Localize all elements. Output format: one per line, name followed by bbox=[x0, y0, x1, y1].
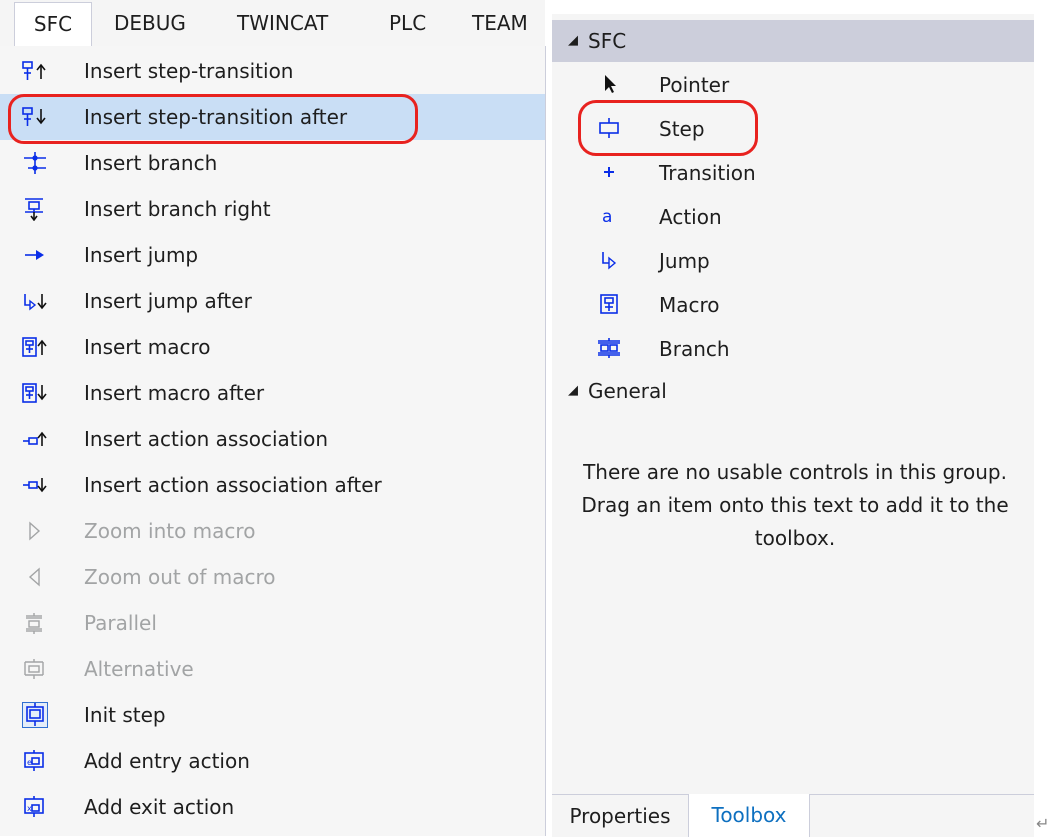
sfc-menu-region: SFC DEBUG TWINCAT PLC TEAM Insert step-t… bbox=[0, 0, 546, 836]
menu-item-label: Insert branch right bbox=[84, 197, 271, 221]
menu-item-label: Add exit action bbox=[84, 795, 235, 819]
zoom-into-macro-icon bbox=[22, 519, 48, 543]
toolbox-item-label: Transition bbox=[659, 161, 756, 185]
menu-item-label: Init step bbox=[84, 703, 166, 727]
menu-item-zoom-out-of-macro[interactable]: Zoom out of macro bbox=[0, 554, 545, 600]
insert-step-transition-icon bbox=[22, 59, 48, 83]
menu-item-insert-branch[interactable]: Insert branch bbox=[0, 140, 545, 186]
toolbox-empty-group-message[interactable]: There are no usable controls in this gro… bbox=[572, 456, 1018, 555]
menu-tab-twincat[interactable]: TWINCAT bbox=[237, 0, 328, 46]
toolbox-item-transition[interactable]: Transition bbox=[552, 150, 1034, 194]
toolbox-group-sfc-header[interactable]: ◢ SFC bbox=[552, 20, 1034, 62]
menu-item-label: Insert jump bbox=[84, 243, 199, 267]
menu-item-alternative[interactable]: Alternative bbox=[0, 646, 545, 692]
menu-item-insert-jump[interactable]: Insert jump bbox=[0, 232, 545, 278]
toolbox-item-label: Jump bbox=[659, 249, 710, 273]
menu-item-parallel[interactable]: Parallel bbox=[0, 600, 545, 646]
parallel-icon bbox=[22, 611, 48, 635]
toolbox-group-general-header[interactable]: ◢ General bbox=[552, 370, 1034, 412]
insert-jump-icon bbox=[22, 243, 48, 267]
toolbox-item-action[interactable]: a Action bbox=[552, 194, 1034, 238]
menu-item-add-exit-action[interactable]: x Add exit action bbox=[0, 784, 545, 830]
toolbox-item-step[interactable]: Step bbox=[552, 106, 1034, 150]
insert-step-transition-after-icon bbox=[22, 105, 48, 129]
menu-item-label: Insert macro bbox=[84, 335, 211, 359]
toolbox-panel: ◢ SFC Pointer Step Transition a Action J… bbox=[552, 14, 1034, 836]
menu-item-insert-macro-after[interactable]: Insert macro after bbox=[0, 370, 545, 416]
menu-item-label: Insert action association bbox=[84, 427, 329, 451]
insert-jump-after-icon bbox=[22, 289, 48, 313]
toolbox-group-label: General bbox=[588, 379, 667, 403]
expand-arrow-icon: ◢ bbox=[568, 33, 578, 48]
branch-icon bbox=[596, 336, 622, 360]
menu-item-insert-jump-after[interactable]: Insert jump after bbox=[0, 278, 545, 324]
insert-macro-after-icon bbox=[22, 381, 48, 405]
tab-toolbox[interactable]: Toolbox bbox=[689, 794, 810, 837]
step-icon bbox=[596, 116, 622, 140]
toolbox-item-label: Action bbox=[659, 205, 722, 229]
menu-item-label: Add entry action bbox=[84, 749, 250, 773]
menu-item-label: Insert step-transition after bbox=[84, 105, 348, 129]
menu-item-insert-action-association-after[interactable]: Insert action association after bbox=[0, 462, 545, 508]
menu-item-label: Insert step-transition bbox=[84, 59, 294, 83]
toolbox-item-label: Step bbox=[659, 117, 705, 141]
menu-item-insert-macro[interactable]: Insert macro bbox=[0, 324, 545, 370]
add-exit-action-icon: x bbox=[22, 795, 48, 819]
svg-text:e: e bbox=[27, 758, 32, 767]
svg-text:x: x bbox=[27, 804, 32, 813]
menu-tab-plc[interactable]: PLC bbox=[389, 0, 426, 46]
alternative-icon bbox=[22, 657, 48, 681]
jump-icon bbox=[596, 248, 622, 272]
menu-item-insert-branch-right[interactable]: Insert branch right bbox=[0, 186, 545, 232]
menu-tab-team[interactable]: TEAM bbox=[472, 0, 528, 46]
menu-item-insert-step-transition[interactable]: Insert step-transition bbox=[0, 48, 545, 94]
menu-item-init-step[interactable]: Init step bbox=[0, 692, 545, 738]
menu-item-label: Insert macro after bbox=[84, 381, 265, 405]
macro-icon bbox=[596, 292, 622, 316]
toolbox-item-label: Branch bbox=[659, 337, 730, 361]
transition-icon bbox=[596, 160, 622, 184]
sfc-dropdown-menu: Insert step-transition Insert step-trans… bbox=[0, 46, 546, 836]
bottom-tab-strip: Properties Toolbox bbox=[552, 794, 1034, 837]
menu-item-label: Insert action association after bbox=[84, 473, 382, 497]
menu-item-label: Insert branch bbox=[84, 151, 218, 175]
menu-item-insert-action-association[interactable]: Insert action association bbox=[0, 416, 545, 462]
init-step-icon bbox=[22, 702, 48, 728]
toolbox-item-pointer[interactable]: Pointer bbox=[552, 62, 1034, 106]
toolbox-item-label: Pointer bbox=[659, 73, 730, 97]
toolbox-item-label: Macro bbox=[659, 293, 720, 317]
insert-branch-icon bbox=[22, 151, 48, 175]
action-icon: a bbox=[596, 204, 622, 228]
menu-item-label: Zoom into macro bbox=[84, 519, 256, 543]
menu-tab-debug[interactable]: DEBUG bbox=[114, 0, 186, 46]
menu-item-label: Parallel bbox=[84, 611, 157, 635]
insert-action-association-icon bbox=[22, 427, 48, 451]
add-entry-action-icon: e bbox=[22, 749, 48, 773]
expand-arrow-icon: ◢ bbox=[568, 383, 578, 398]
svg-text:a: a bbox=[602, 207, 612, 227]
menu-item-label: Insert jump after bbox=[84, 289, 252, 313]
toolbox-item-branch[interactable]: Branch bbox=[552, 326, 1034, 370]
menu-item-zoom-into-macro[interactable]: Zoom into macro bbox=[0, 508, 545, 554]
return-arrow-icon: ↵ bbox=[1036, 814, 1050, 833]
toolbox-group-label: SFC bbox=[588, 29, 627, 53]
menu-item-label: Zoom out of macro bbox=[84, 565, 276, 589]
menu-tab-sfc[interactable]: SFC bbox=[14, 2, 92, 47]
menu-bar: SFC DEBUG TWINCAT PLC TEAM bbox=[0, 0, 545, 47]
toolbox-item-macro[interactable]: Macro bbox=[552, 282, 1034, 326]
menu-item-add-entry-action[interactable]: e Add entry action bbox=[0, 738, 545, 784]
menu-item-label: Alternative bbox=[84, 657, 194, 681]
insert-action-association-after-icon bbox=[22, 473, 48, 497]
toolbox-item-jump[interactable]: Jump bbox=[552, 238, 1034, 282]
menu-item-insert-step-transition-after[interactable]: Insert step-transition after bbox=[0, 94, 545, 140]
zoom-out-of-macro-icon bbox=[22, 565, 48, 589]
insert-macro-icon bbox=[22, 335, 48, 359]
tab-properties[interactable]: Properties bbox=[552, 795, 689, 837]
insert-branch-right-icon bbox=[22, 197, 48, 221]
pointer-icon bbox=[596, 72, 622, 96]
